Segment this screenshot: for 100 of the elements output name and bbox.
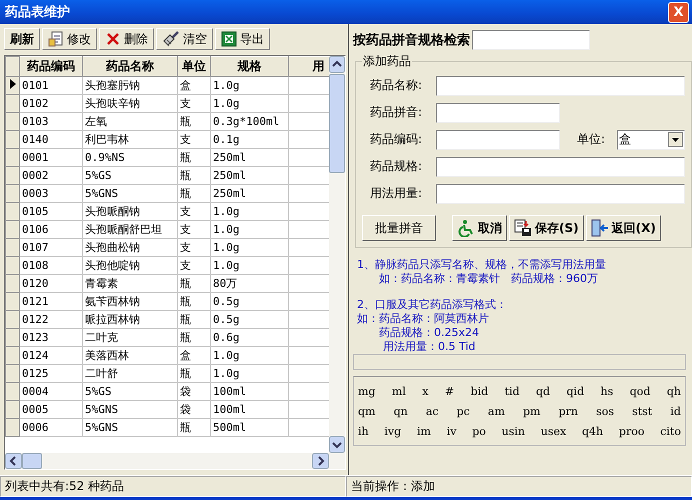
abbreviation-item[interactable]: im [416, 424, 431, 438]
abbreviation-item[interactable]: proo [618, 424, 644, 438]
row-pointer-icon [9, 79, 17, 89]
table-cell: 支 [178, 202, 210, 220]
toolbar-button[interactable]: 导出 [215, 28, 270, 50]
abbreviation-item[interactable]: sos [596, 404, 614, 418]
input-field[interactable] [436, 184, 685, 204]
abbreviation-item[interactable]: ac [426, 404, 439, 418]
abbreviation-item[interactable]: qid [566, 384, 584, 398]
abbreviation-item[interactable]: pm [523, 404, 540, 418]
field-label: 药品名称: [370, 77, 424, 94]
abbreviation-item[interactable]: bid [470, 384, 488, 398]
table-cell: 5%GNS [82, 400, 178, 418]
action-button[interactable]: 批量拼音 [362, 215, 436, 241]
table-cell: 0121 [20, 292, 82, 310]
row-header[interactable] [6, 76, 20, 94]
table-cell: 青霉素 [82, 274, 178, 292]
vertical-scrollbar[interactable] [329, 56, 345, 453]
abbreviation-item[interactable]: qd [536, 384, 550, 398]
abbreviation-item[interactable]: hs [600, 384, 614, 398]
abbreviation-item[interactable]: pc [456, 404, 470, 418]
table-cell: 瓶 [178, 364, 210, 382]
input-field[interactable] [436, 130, 560, 150]
abbreviation-item[interactable]: stst [632, 404, 652, 418]
abbreviation-item[interactable]: ml [392, 384, 406, 398]
table-cell: 0.1g [210, 130, 288, 148]
column-header[interactable]: 药品名称 [82, 56, 178, 76]
scroll-up-icon[interactable] [329, 56, 345, 73]
action-button[interactable]: 取消 [452, 215, 507, 241]
toolbar-button[interactable]: 清空 [156, 28, 213, 50]
table-cell: 支 [178, 238, 210, 256]
spreadsheet-icon [221, 31, 237, 47]
group-title: 添加药品 [362, 53, 412, 70]
table-cell: 1.0g [210, 346, 288, 364]
text-field[interactable] [353, 354, 686, 370]
table-cell: 0105 [20, 202, 82, 220]
toolbar-button[interactable]: 刷新 [4, 28, 40, 50]
table-cell: 头孢他啶钠 [82, 256, 178, 274]
abbreviation-item[interactable]: am [488, 404, 505, 418]
table-cell: 0122 [20, 310, 82, 328]
toolbar-button[interactable]: 删除 [99, 28, 154, 50]
input-field[interactable] [436, 102, 560, 122]
exit-door-icon [590, 219, 609, 237]
table-cell: 瓶 [178, 274, 210, 292]
column-header[interactable]: 用 [288, 56, 329, 76]
column-header[interactable]: 规格 [210, 56, 288, 76]
scroll-right-icon[interactable] [312, 453, 329, 469]
table-cell: 头孢曲松钠 [82, 238, 178, 256]
abbreviation-item[interactable]: qn [394, 404, 408, 418]
table-cell: 支 [178, 94, 210, 112]
action-button[interactable]: 返回(X) [586, 215, 661, 241]
table-cell: 袋 [178, 382, 210, 400]
table-cell: 支 [178, 256, 210, 274]
table-cell: 5%GS [82, 382, 178, 400]
table-cell: 0125 [20, 364, 82, 382]
scroll-left-icon[interactable] [5, 453, 22, 469]
abbreviation-item[interactable]: usex [540, 424, 566, 438]
abbreviation-item[interactable]: iv [446, 424, 456, 438]
column-header[interactable]: 药品编码 [20, 56, 82, 76]
table-cell: 0002 [20, 166, 82, 184]
table-cell: 0003 [20, 184, 82, 202]
table-cell: 0101 [20, 76, 82, 94]
table-cell: 1.0g [210, 364, 288, 382]
abbreviation-item[interactable]: qod [630, 384, 650, 398]
scroll-thumb[interactable] [22, 453, 42, 469]
close-button[interactable]: X [668, 2, 689, 22]
input-field[interactable] [436, 156, 685, 176]
close-icon [105, 31, 121, 47]
search-field[interactable] [472, 30, 590, 50]
brush-icon [162, 31, 180, 47]
scroll-thumb[interactable] [329, 74, 345, 173]
abbreviation-item[interactable]: # [444, 384, 454, 398]
abbreviation-item[interactable]: tid [504, 384, 520, 398]
action-button[interactable]: 保存(S) [509, 215, 584, 241]
abbreviation-item[interactable]: mg [358, 384, 376, 398]
abbreviation-item[interactable]: qh [666, 384, 681, 398]
abbreviation-item[interactable]: usin [502, 424, 525, 438]
scroll-down-icon[interactable] [329, 436, 345, 453]
abbreviation-item[interactable]: q4h [582, 424, 604, 438]
toolbar-button[interactable]: 修改 [42, 28, 97, 50]
column-header[interactable]: 单位 [178, 56, 210, 76]
table-cell: 0.6g [210, 328, 288, 346]
table-cell: 瓶 [178, 328, 210, 346]
abbreviation-item[interactable]: prn [558, 404, 578, 418]
abbreviation-item[interactable]: ih [358, 424, 369, 438]
abbreviation-item[interactable]: qm [358, 404, 376, 418]
search-label: 按药品拼音规格检索 [353, 32, 470, 49]
table-cell: 1.0g [210, 202, 288, 220]
abbreviation-item[interactable]: po [472, 424, 486, 438]
horizontal-scrollbar[interactable] [5, 453, 345, 469]
caret-icon[interactable] [668, 132, 683, 147]
abbreviation-item[interactable]: x [422, 384, 428, 398]
hint-text: 药品规格：0.25x24 [378, 326, 480, 340]
abbreviation-item[interactable]: ivg [384, 424, 402, 438]
table-cell: 0123 [20, 328, 82, 346]
abbreviation-item[interactable]: cito [660, 424, 681, 438]
table-cell: 250ml [210, 184, 288, 202]
unit-dropdown[interactable]: 盒 [617, 130, 685, 150]
input-field[interactable] [436, 76, 685, 96]
abbreviation-item[interactable]: id [670, 404, 681, 418]
